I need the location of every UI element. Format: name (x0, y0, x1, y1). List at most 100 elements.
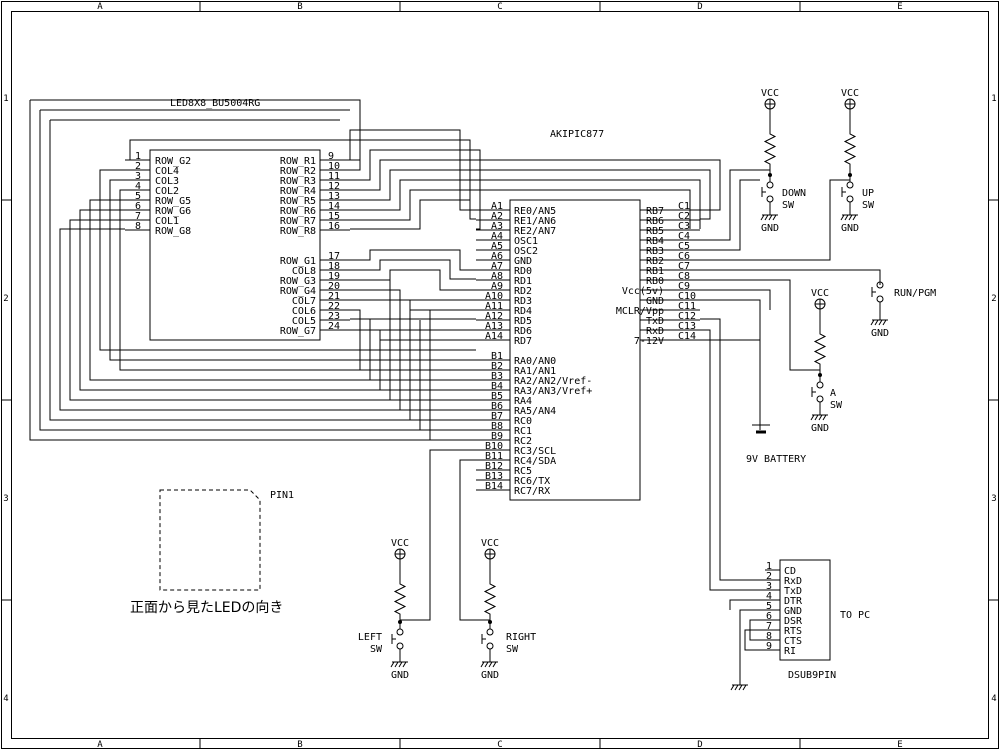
run-pgm-label: RUN/PGM (894, 288, 936, 299)
battery-label: 9V BATTERY (746, 454, 806, 465)
frame-col-a-top: A (97, 2, 103, 12)
switch-label: RIGHTSW (506, 632, 536, 655)
frame-col-b-bottom: B (297, 740, 302, 750)
switch-label: UPSW (862, 188, 875, 211)
gnd-symbol (730, 684, 748, 691)
gnd-symbol: GND (870, 319, 889, 339)
led-orientation-note: PIN1 正面から見たLEDの向き (130, 489, 294, 616)
pic-left-pin-name: RC7/RX (514, 486, 550, 497)
switch-parts: VCCGNDDOWNSWVCCGNDUPSWVCCGNDASWVCCGNDLEF… (358, 88, 936, 691)
switch-name: A (830, 388, 836, 399)
vcc-label: VCC (811, 288, 829, 299)
frame-row-2-right: 2 (991, 294, 996, 304)
vcc-symbol: VCC (841, 88, 859, 110)
gnd-symbol: GND (480, 661, 499, 681)
switch-label: ASW (830, 388, 843, 411)
led-left-pin-name: ROW_G8 (155, 226, 191, 237)
pic-right-pin-id: C14 (678, 331, 696, 342)
led-right-pin-name: ROW_G7 (280, 326, 316, 337)
switch-sw: SW (830, 400, 843, 411)
dsub-pin-name: RI (784, 646, 796, 657)
led-matrix: LED8X8_BU5004RG 1 ROW_G22 COL43 COL34 COL25 R… (125, 98, 350, 341)
led-left-pin-num: 8 (135, 221, 141, 232)
switch-label: LEFTSW (358, 632, 383, 655)
vcc-symbol: VCC (761, 88, 779, 110)
pic-right-pins: C1RB7 C2RB6 C3RB5 C4RB4 C5RB3 C6RB2 C7RB1 C8RB0… (616, 201, 700, 347)
resistor-symbol (763, 124, 777, 175)
switch-sw: SW (782, 200, 795, 211)
pic-left-pin-id: B14 (485, 481, 503, 492)
vcc-symbol: VCC (811, 288, 829, 310)
gnd-label: GND (761, 223, 779, 234)
gnd-label: GND (841, 223, 859, 234)
dsub-title: DSUB9PIN (788, 670, 836, 681)
gnd-symbol: GND (810, 414, 829, 434)
gnd-label: GND (481, 670, 499, 681)
switch-symbol (391, 628, 404, 650)
dsub-to-pc: TO PC (840, 610, 870, 621)
frame-col-d-bottom: D (697, 740, 702, 750)
frame-col-c-top: C (497, 2, 502, 12)
vcc-label: VCC (481, 538, 499, 549)
switch-sw: SW (862, 200, 875, 211)
led-right-pin-num: 24 (328, 321, 340, 332)
resistor-symbol (393, 574, 407, 622)
switch-sw: SW (506, 644, 519, 655)
vcc-label: VCC (391, 538, 409, 549)
dsub-pins: 1 CD2 RxD3 TxD4 DTR5 GND6 DSR7 RTS8 CTS9 RI (765, 561, 803, 657)
gnd-label: GND (871, 328, 889, 339)
pic-title: AKIPIC877 (550, 129, 604, 140)
pin1-label: PIN1 (270, 490, 294, 501)
pic-left-pin-name: RD7 (514, 336, 532, 347)
frame-row-4-right: 4 (991, 694, 996, 704)
frame-row-3-right: 3 (991, 494, 996, 504)
gnd-label: GND (391, 670, 409, 681)
vcc-label: VCC (841, 88, 859, 99)
led-right-pin-name: ROW_R8 (280, 226, 316, 237)
gnd-symbol: GND (840, 214, 859, 234)
resistor-symbol (843, 124, 857, 175)
switch-symbol (481, 628, 494, 650)
frame-row-1-left: 1 (3, 94, 8, 104)
frame-col-a-bottom: A (97, 740, 103, 750)
switch-symbol (811, 381, 824, 403)
frame-col-e-top: E (897, 2, 902, 12)
pic-right-pin-name: 7-12V (634, 336, 664, 347)
switch-name: DOWN (782, 188, 806, 199)
dsub9-connector: 1 CD2 RxD3 TxD4 DTR5 GND6 DSR7 RTS8 CTS9 RI TO PC… (744, 559, 870, 681)
led-outline-dashed (159, 489, 261, 591)
switch-name: LEFT (358, 632, 382, 643)
switch-name: UP (862, 188, 874, 199)
frame-col-d-top: D (697, 2, 702, 12)
led-right-pin-num: 16 (328, 221, 340, 232)
schematic-canvas: A B C D E A B C D E 1 2 3 4 1 2 3 4 LED8… (1, 1, 999, 750)
vcc-label: VCC (761, 88, 779, 99)
frame-row-4-left: 4 (3, 694, 8, 704)
pic-left-pins: A1 RE0/AN5A2 RE1/AN6A3 RE2/AN7A4 OSC1A5 OSC2A… (476, 201, 592, 497)
frame-col-c-bottom: C (497, 740, 502, 750)
frame-col-e-bottom: E (897, 740, 902, 750)
switch-symbol (841, 181, 854, 203)
pic-left-pin-id: A14 (485, 331, 503, 342)
switch-symbol (871, 281, 884, 303)
led-left-pins: 1 ROW_G22 COL43 COL34 COL25 ROW_G56 ROW_G67 COL… (125, 151, 191, 237)
dsub-loopback (744, 619, 780, 651)
switch-sw: SW (370, 644, 383, 655)
switch-label: DOWNSW (782, 188, 806, 211)
battery-symbol (752, 424, 770, 434)
frame-row-2-left: 2 (3, 294, 8, 304)
vcc-symbol: VCC (391, 538, 409, 560)
switch-name: RIGHT (506, 632, 536, 643)
resistor-symbol (813, 324, 827, 375)
switch-symbol (761, 181, 774, 203)
gnd-symbol: GND (390, 661, 409, 681)
pic-chip: AKIPIC877 A1 RE0/AN5A2 RE1/AN6A3 RE2/AN7A4 O… (476, 129, 700, 501)
frame-row-3-left: 3 (3, 494, 8, 504)
resistor-symbol (483, 574, 497, 622)
gnd-symbol: GND (760, 214, 779, 234)
led-right-pins: 9ROW_R1 10ROW_R2 11ROW_R3 12ROW_R4 13ROW_R5 1… (280, 151, 350, 337)
gnd-label: GND (811, 423, 829, 434)
frame-col-b-top: B (297, 2, 302, 12)
vcc-symbol: VCC (481, 538, 499, 560)
led-front-note: 正面から見たLEDの向き (130, 600, 283, 616)
